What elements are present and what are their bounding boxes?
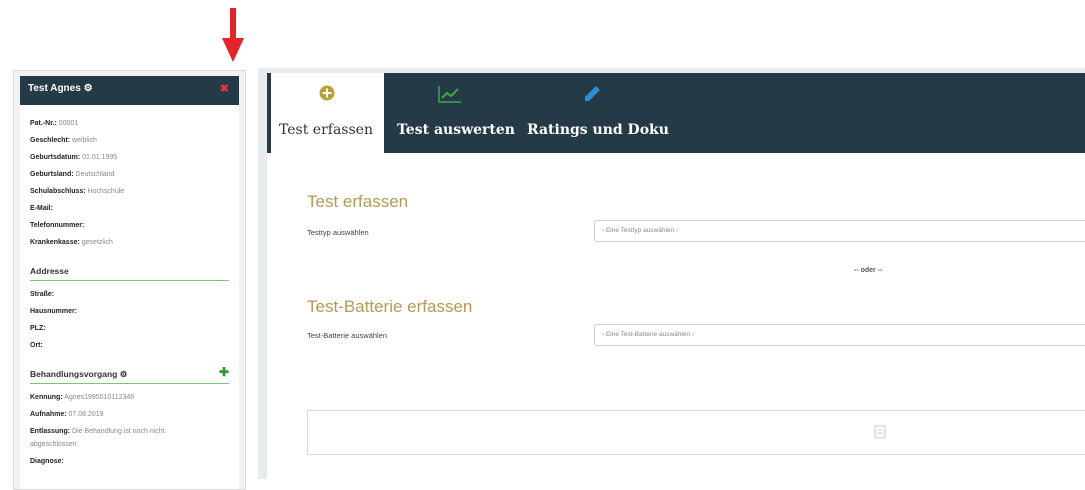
tab-test-erfassen[interactable]: Test erfassen	[271, 73, 384, 153]
tab-test-auswerten[interactable]: Test auswerten	[394, 73, 515, 153]
patient-header: Test Agnes ⚙ ✖	[20, 76, 239, 105]
tab-ratings-doku[interactable]: Ratings und Doku	[523, 73, 673, 153]
field-plz: PLZ:	[30, 325, 46, 332]
section-divider	[30, 383, 229, 384]
field-schulabschluss: Schulabschluss: Hochschule	[30, 188, 125, 195]
field-geburtsdatum: Geburtsdatum: 01.01.1995	[30, 154, 118, 161]
battery-heading: Test-Batterie erfassen	[307, 297, 473, 316]
patient-name[interactable]: Test Agnes ⚙	[28, 83, 93, 94]
address-section-title: Addresse	[30, 266, 69, 276]
field-kennung: Kennung: Agnes1995010112346	[30, 394, 135, 401]
field-aufnahme: Aufnahme: 07.08.2019	[30, 411, 104, 418]
red-arrow-icon	[222, 8, 244, 62]
add-treatment-icon[interactable]: ✚	[219, 365, 229, 379]
field-entlassung: Entlassung: Die Behandlung ist noch nich…	[30, 428, 165, 435]
field-diagnose: Diagnose:	[30, 458, 64, 465]
tab-label: Ratings und Doku	[527, 122, 669, 138]
field-email: E-Mail:	[30, 205, 53, 212]
gear-icon[interactable]: ⚙	[84, 83, 93, 94]
plus-circle-icon	[319, 85, 335, 101]
field-pat-nr: Pat.-Nr.: 00001	[30, 120, 79, 127]
main-panel: Test erfassen Test auswerten Ratings und…	[267, 73, 1085, 479]
test-heading: Test erfassen	[307, 192, 409, 211]
field-geburtsland: Geburtsland: Deutschland	[30, 171, 115, 178]
treatment-section-title: Behandlungsvorgang ⚙	[30, 369, 128, 379]
or-separator: -- oder --	[854, 267, 883, 274]
testtyp-label: Testtyp auswählen	[307, 228, 369, 237]
field-telefon: Telefonnummer:	[30, 222, 85, 229]
battery-select[interactable]: - Eine Test-Batterie auswählen -	[594, 324, 1085, 346]
field-strasse: Straße:	[30, 291, 55, 298]
patient-sidebar: Test Agnes ⚙ ✖ Pat.-Nr.: 00001 Geschlech…	[13, 70, 246, 490]
tab-label: Test auswerten	[397, 122, 515, 138]
field-hausnummer: Hausnummer:	[30, 308, 78, 315]
battery-label: Test-Batterie auswählen	[307, 331, 388, 340]
document-icon	[874, 425, 886, 439]
field-geschlecht: Geschlecht: weiblich	[30, 137, 97, 144]
field-entlassung-cont: abgeschlossen	[30, 441, 77, 448]
field-krankenkasse: Krankenkasse: gesetzlich	[30, 239, 113, 246]
chart-line-icon	[438, 86, 461, 103]
field-ort: Ort:	[30, 342, 43, 349]
result-panel	[307, 410, 1085, 455]
testtyp-select[interactable]: - Eine Testtyp auswählen -	[594, 220, 1085, 242]
tab-bar: Test erfassen Test auswerten Ratings und…	[267, 73, 1085, 153]
section-divider	[30, 280, 229, 281]
pencil-icon	[585, 86, 600, 101]
gear-icon[interactable]: ⚙	[120, 369, 128, 379]
patient-card: Test Agnes ⚙ ✖ Pat.-Nr.: 00001 Geschlech…	[20, 76, 239, 489]
tab-label: Test erfassen	[279, 122, 373, 138]
close-icon[interactable]: ✖	[220, 82, 229, 95]
